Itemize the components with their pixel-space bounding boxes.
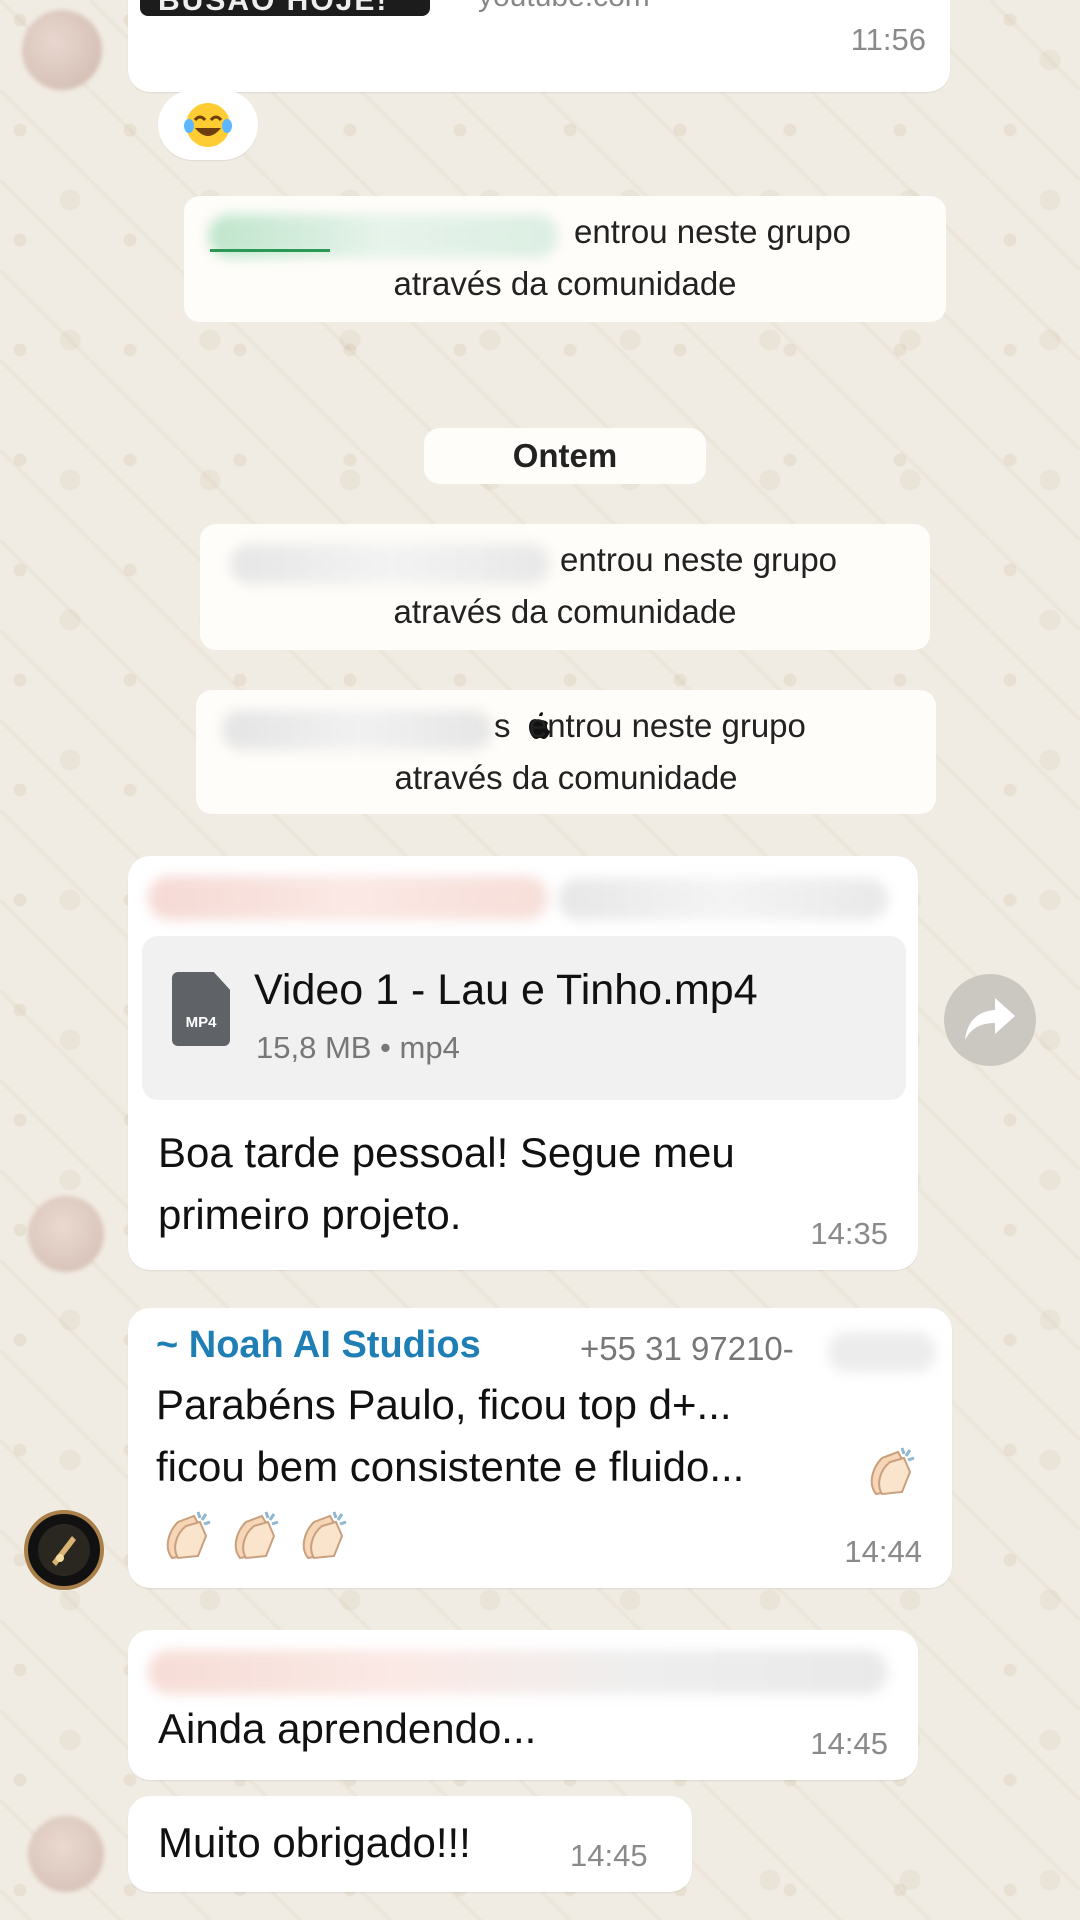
message-time: 11:56 [850,22,926,57]
message-time: 14:35 [810,1216,888,1251]
sender-avatar[interactable] [22,10,102,90]
logo-icon [38,1524,90,1576]
message-time: 14:45 [810,1726,888,1761]
mp4-file-icon: MP4 [172,972,230,1046]
join-text-line2: através da comunidade [393,593,737,630]
contact-underline [210,249,330,252]
file-name: Video 1 - Lau e Tinho.mp4 [254,966,758,1014]
link-preview-banner-text: BUSAO HOJE! [158,0,388,16]
forward-arrow-icon [965,998,1015,1040]
sender-avatar[interactable] [28,1196,104,1272]
noah-message-bubble[interactable]: ~ Noah AI Studios +55 31 97210- Parabéns… [128,1308,952,1588]
redacted-contact-name [230,544,550,584]
file-message-bubble[interactable]: MP4 Video 1 - Lau e Tinho.mp4 15,8 MB • … [128,856,918,1270]
join-text: s entrou neste grupo [494,707,806,744]
reply-message-bubble[interactable]: Muito obrigado!!! 14:45 [128,1796,692,1892]
link-preview-thumbnail[interactable]: BUSAO HOJE! [140,0,430,16]
message-text-line2: primeiro projeto. [158,1191,462,1238]
redacted-phone-digits [828,1332,936,1372]
message-text: Boa tarde pessoal! Segue meu [158,1129,735,1176]
file-type-label: MP4 [185,1014,217,1031]
file-meta: 15,8 MB • mp4 [256,1030,460,1065]
link-message-bubble[interactable]: BUSAO HOJE! youtube.com 11:56 [128,0,950,92]
join-text: entrou neste grupo [560,541,838,578]
redacted-sender-phone [558,878,888,920]
message-text: Parabéns Paulo, ficou top d+... [156,1381,732,1428]
link-domain: youtube.com [478,0,650,14]
date-divider: Ontem [424,428,706,484]
system-join-notice: entrou neste grupo através da comunidade [200,524,930,650]
clapping-hands-icon [166,1511,211,1560]
clapping-hands-icon [302,1511,347,1560]
sender-name[interactable]: ~ Noah AI Studios [156,1324,481,1367]
sender-phone: +55 31 97210- [580,1330,794,1367]
message-time: 14:45 [570,1838,648,1873]
redacted-sender-name [148,876,548,920]
join-text-line2: através da comunidade [393,265,737,302]
clapping-hands-icon [234,1511,279,1560]
message-text: Muito obrigado!!! [158,1819,471,1866]
join-text: entrou neste grupo [574,213,852,250]
sender-avatar[interactable] [28,1816,104,1892]
face-with-tears-of-joy-icon [184,103,232,147]
forward-button[interactable] [944,974,1036,1066]
redacted-sender-name [148,1650,888,1694]
clapping-hands-icon [870,1447,915,1496]
join-text-line2: através da comunidade [394,759,738,796]
reaction-bubble[interactable] [158,90,258,160]
redacted-contact-name [222,710,492,750]
reply-message-bubble[interactable]: Ainda aprendendo... 14:45 [128,1630,918,1780]
file-attachment-card[interactable]: MP4 Video 1 - Lau e Tinho.mp4 15,8 MB • … [142,936,906,1100]
message-text-line2: ficou bem consistente e fluido... [156,1443,745,1490]
message-text: Ainda aprendendo... [158,1705,537,1752]
system-join-notice: s entrou neste grupo através da comunida… [196,690,936,814]
message-time: 14:44 [844,1534,922,1569]
date-divider-label: Ontem [512,437,618,474]
system-join-notice: entrou neste grupo através da comunidade [184,196,946,322]
noah-ai-studios-avatar[interactable] [24,1510,104,1590]
